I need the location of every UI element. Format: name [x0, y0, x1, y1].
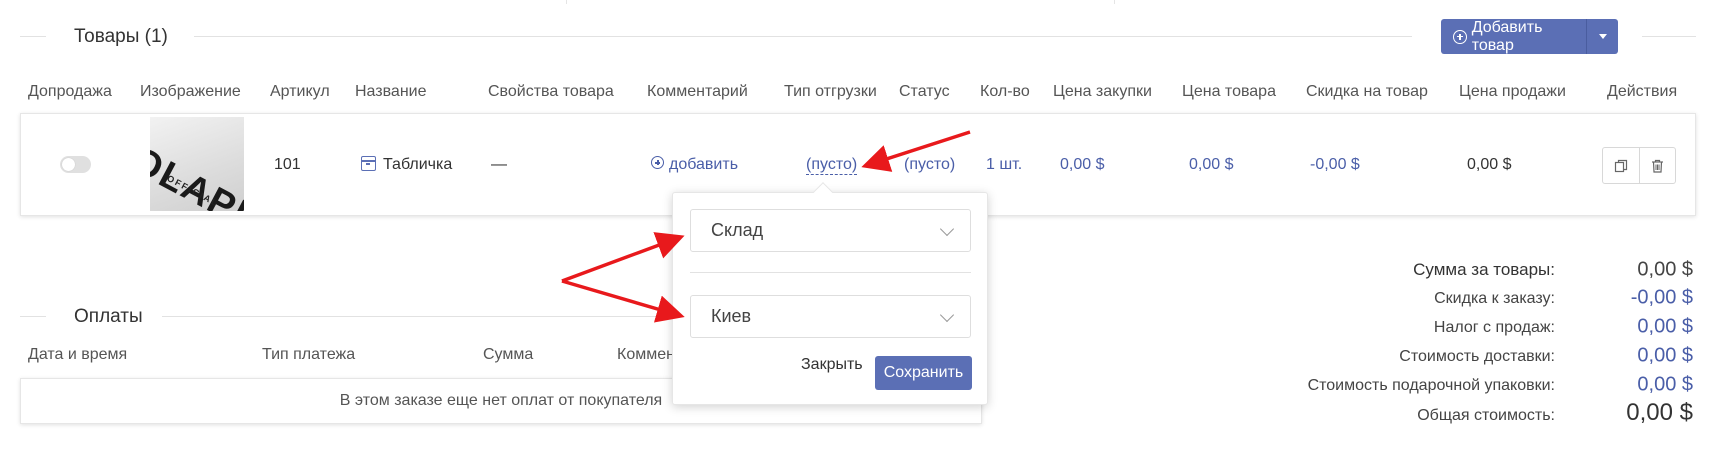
arrow-to-city-select [561, 279, 685, 323]
arrow-to-shipment-type [861, 130, 971, 172]
annotation-arrows [561, 130, 971, 323]
arrow-to-warehouse-select [561, 232, 685, 283]
